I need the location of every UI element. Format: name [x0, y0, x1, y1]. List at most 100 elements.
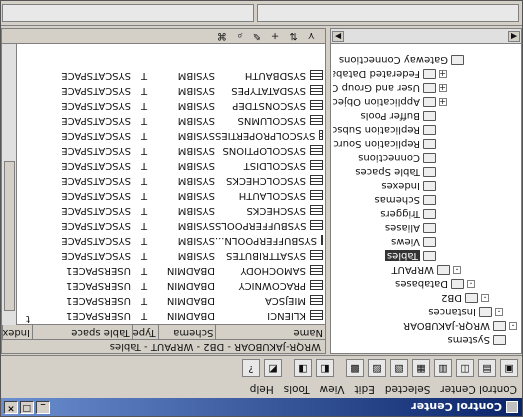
find-icon[interactable]: ⌕ [237, 31, 243, 42]
filter-icon[interactable]: ⋎ [308, 31, 315, 42]
tree-node-label: Triggers [380, 208, 420, 220]
table-icon [310, 145, 323, 156]
table-row[interactable]: PRACOWNICY DBADMIN T USERSPACE1 [16, 278, 325, 293]
tree-node[interactable]: Buffer Pools [361, 109, 447, 123]
column-name[interactable]: Name [215, 325, 325, 339]
column-table-space[interactable]: Table space [32, 325, 132, 339]
table-row[interactable]: SYSCOLUMNS SYSIBM T SYSCATSPACE [16, 113, 325, 128]
table-name: SYSDBAUTH [244, 70, 306, 81]
table-row[interactable]: SYSCOLDIST SYSIBM T SYSCATSPACE [16, 158, 325, 173]
column-schema[interactable]: Schema [157, 325, 216, 339]
close-icon[interactable]: × [4, 401, 18, 414]
tree-node[interactable]: - DB2 [441, 291, 489, 305]
table-row[interactable]: SYSDATATYPES SYSIBM T SYSCATSPACE [16, 83, 325, 98]
tools-settings-icon[interactable]: ◧ [316, 359, 334, 377]
expand-icon[interactable]: + [439, 83, 447, 92]
table-space: SYSCATSPACE [61, 190, 131, 201]
add-icon[interactable]: + [271, 31, 279, 42]
maximize-icon[interactable]: □ [20, 401, 34, 414]
menu-control-center[interactable]: Control Center [435, 383, 522, 395]
collapse-icon[interactable]: - [509, 321, 517, 330]
tree-node[interactable]: Connections [358, 151, 447, 165]
customize-icon[interactable]: ✎ [253, 31, 261, 42]
table-icon [310, 160, 323, 171]
collapse-icon[interactable]: - [453, 265, 461, 274]
script-center-icon[interactable]: ▦ [412, 359, 430, 377]
scroll-right-icon[interactable]: ▶ [332, 31, 344, 42]
menu-edit[interactable]: Edit [349, 383, 379, 395]
folder-icon [423, 139, 436, 149]
collapse-icon[interactable]: - [467, 279, 475, 288]
tree-node[interactable]: + Federated Database Objects [333, 67, 447, 81]
license-icon[interactable]: ▨ [368, 359, 386, 377]
table-row[interactable]: SYSCHECKS SYSIBM T SYSCATSPACE [16, 203, 325, 218]
menu-selected[interactable]: Selected [380, 383, 436, 395]
tree-node[interactable]: - Instances [428, 305, 503, 319]
table-row[interactable]: SYSCOLPROPERTIES SYSIBM T SYSCATSPACE [16, 128, 325, 143]
table-row[interactable]: SYSBUFFERPOOLS SYSIBM T SYSCATSPACE [16, 218, 325, 233]
tree-node[interactable]: - Databases [395, 277, 475, 291]
tree-node-label: Application Objects [333, 96, 420, 108]
expand-icon[interactable]: + [439, 69, 447, 78]
tree-node[interactable]: Table Spaces [355, 165, 447, 179]
table-row[interactable]: SAMOCHODY DBADMIN T USERSPACE1 [16, 263, 325, 278]
tree-node[interactable]: Replication Sources [333, 137, 447, 151]
tree-node-label: Indexes [381, 180, 420, 192]
table-row[interactable]: SYSATTRIBUTES SYSIBM T SYSCATSPACE [16, 248, 325, 263]
table-row[interactable]: SYSCONSTDEP SYSIBM T SYSCATSPACE [16, 98, 325, 113]
development-icon[interactable]: ◨ [294, 359, 312, 377]
title-bar[interactable]: Control Center _ □ × [1, 398, 522, 416]
menu-tools[interactable]: Tools [279, 383, 315, 395]
tree-node[interactable]: - WRQR-JAKUBOAR [403, 319, 517, 333]
tree-node[interactable]: Schemas [375, 193, 447, 207]
tree-node[interactable]: Replication Subscriptions [333, 123, 447, 137]
tree-node[interactable]: + Application Objects [333, 95, 447, 109]
minimize-icon[interactable]: _ [36, 401, 50, 414]
collapse-icon[interactable]: - [481, 293, 489, 302]
table-row[interactable]: KLIENCI DBADMIN T USERSPACE1 [16, 308, 325, 323]
tree-node-label: Connections [358, 152, 420, 164]
tree-node[interactable]: Tables [384, 249, 447, 263]
table-schema: DBADMIN [166, 310, 215, 321]
tree-node[interactable]: Gateway Connections [339, 53, 475, 67]
table-schema: DBADMIN [166, 280, 215, 291]
contents-vertical-scrollbar[interactable] [2, 43, 17, 325]
table-row[interactable]: SYSCOLCHECKS SYSIBM T SYSCATSPACE [16, 173, 325, 188]
scrollbar-thumb[interactable] [4, 161, 15, 311]
table-row[interactable]: SYSDBAUTH SYSIBM T SYSCATSPACE [16, 68, 325, 83]
folder-icon [423, 83, 436, 93]
alert-icon[interactable]: ▩ [346, 359, 364, 377]
tree-node[interactable]: Indexes [381, 179, 447, 193]
table-row[interactable]: SYSCOLAUTH SYSIBM T SYSCATSPACE [16, 188, 325, 203]
tree-node-label: Buffer Pools [360, 110, 420, 122]
tree-node-label: Replication Subscriptions [333, 124, 420, 136]
column-index-table-space[interactable]: Index t [2, 313, 32, 339]
tree-node[interactable]: - WRPAUT [392, 263, 461, 277]
table-row[interactable]: SYSCOLOPTIONS SYSIBM T SYSCATSPACE [16, 143, 325, 158]
tree-horizontal-scrollbar[interactable]: ◀ ▶ [331, 29, 521, 44]
control-center-icon[interactable]: ▣ [500, 359, 518, 377]
tree-node[interactable]: Systems [448, 333, 518, 347]
replication-icon[interactable]: ▤ [478, 359, 496, 377]
tree-node[interactable]: Aliases [385, 221, 447, 235]
select-all-icon[interactable]: ⌘ [217, 31, 227, 42]
monitor-icon[interactable]: ◩ [264, 359, 282, 377]
table-space: SYSCATSPACE [61, 115, 131, 126]
status-bar [1, 1, 522, 26]
scroll-left-icon[interactable]: ◀ [508, 31, 520, 42]
sort-icon[interactable]: ⇅ [289, 31, 297, 42]
menu-help[interactable]: Help [245, 383, 279, 395]
journal-icon[interactable]: ▧ [390, 359, 408, 377]
tree-node[interactable]: Triggers [380, 207, 447, 221]
tree-node[interactable]: + User and Group Objects [333, 81, 447, 95]
satellite-icon[interactable]: ◫ [456, 359, 474, 377]
expand-icon[interactable]: + [439, 97, 447, 106]
tree-node[interactable]: Views [391, 235, 447, 249]
column-type[interactable]: Type [131, 325, 158, 339]
menu-view[interactable]: View [315, 383, 350, 395]
table-row[interactable]: MIEJSCA DBADMIN T USERSPACE1 [16, 293, 325, 308]
table-row[interactable]: SYSBUFFERPOOLN... SYSIBM T SYSCATSPACE [16, 233, 325, 248]
command-center-icon[interactable]: ▥ [434, 359, 452, 377]
help-icon[interactable]: ? [242, 359, 260, 377]
collapse-icon[interactable]: - [495, 307, 503, 316]
